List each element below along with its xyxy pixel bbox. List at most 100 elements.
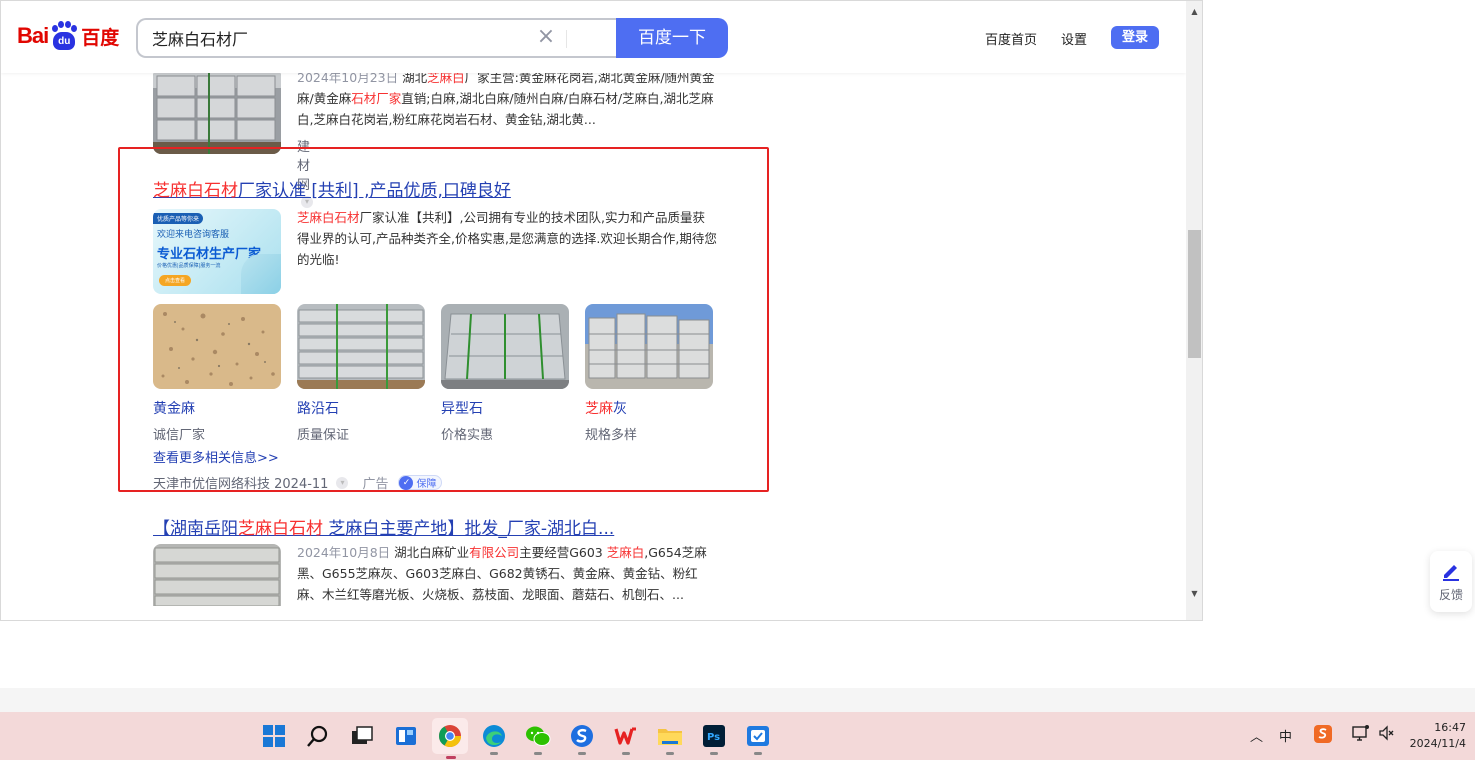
result-abstract: 2024年10月23日 湖北芝麻白厂家主营:黄金麻花岗岩,湖北黄金麻/随州黄金麻… <box>297 67 717 130</box>
product-name-text[interactable]: 路沿石 <box>297 401 339 417</box>
guarantee-label: 保障 <box>416 479 437 490</box>
product-image[interactable] <box>297 304 425 389</box>
sogou-browser-icon[interactable] <box>568 722 596 755</box>
product-image[interactable] <box>441 304 569 389</box>
result-date: 2024年10月8日 <box>297 545 391 560</box>
result-title[interactable]: 【湖南岳阳芝麻白石材 芝麻白主要产地】批发_厂家-湖北白... <box>153 514 614 539</box>
result-abstract: 2024年10月8日 湖北白麻矿业有限公司主要经营G603 芝麻白,G654芝麻… <box>297 542 717 605</box>
scroll-thumb[interactable] <box>1188 230 1201 358</box>
product-tile[interactable]: 芝麻灰 规格多样 <box>585 304 713 443</box>
page-footer-strip <box>0 688 1475 712</box>
feedback-label: 反馈 <box>1438 588 1463 602</box>
product-tile[interactable]: 黄金麻 诚信厂家 <box>153 304 281 443</box>
product-name-text[interactable]: 黄金麻 <box>153 401 195 417</box>
shield-check-icon: ✓ <box>399 475 414 490</box>
ad-source[interactable]: 天津市优信网络科技 2024-11 <box>153 473 328 492</box>
banner-button: 点击查看 <box>159 275 192 286</box>
product-subtitle: 质量保证 <box>297 428 350 443</box>
search-icon[interactable] <box>304 722 332 750</box>
more-info-link[interactable]: 查看更多相关信息>> <box>153 447 279 466</box>
search-input[interactable] <box>152 28 522 47</box>
paw-icon: du <box>49 21 79 51</box>
product-subtitle: 价格实惠 <box>441 428 494 443</box>
product-subtitle: 规格多样 <box>585 428 638 443</box>
volume-muted-icon[interactable] <box>1378 724 1396 746</box>
product-name-keyword[interactable]: 芝麻 <box>585 401 613 417</box>
banner-line2: 专业石材生产厂家 <box>157 247 262 262</box>
search-box[interactable]: × <box>136 18 618 58</box>
title-text[interactable]: 芝麻白主要产地】批发_厂家-湖北白... <box>323 519 614 539</box>
nav-baidu-home[interactable]: 百度首页 <box>985 29 1037 48</box>
search-button[interactable]: 百度一下 <box>616 18 728 58</box>
ad-banner-image[interactable]: 优质产品等你来 欢迎来电咨询客服 专业石材生产厂家 价格优惠|品质保障|服务一流… <box>153 209 281 294</box>
source-arrow-icon[interactable]: ▾ <box>336 476 349 489</box>
network-icon[interactable] <box>1352 724 1370 746</box>
product-tile[interactable]: 路沿石 质量保证 <box>297 304 425 443</box>
login-button[interactable]: 登录 <box>1111 26 1159 49</box>
photoshop-icon[interactable]: Ps <box>700 722 728 755</box>
product-name-text[interactable]: 异型石 <box>441 401 483 417</box>
result-thumbnail[interactable] <box>153 68 281 154</box>
vertical-scrollbar[interactable]: ▲ ▼ <box>1186 1 1202 620</box>
svg-text:Ps: Ps <box>707 732 720 743</box>
edge-icon[interactable] <box>480 722 508 755</box>
logo-text-du: du <box>53 32 76 50</box>
ime-indicator[interactable]: 中 <box>1279 726 1292 745</box>
chrome-icon[interactable] <box>432 718 468 759</box>
product-name[interactable]: 路沿石 <box>297 398 425 418</box>
ad-label[interactable]: 广告 <box>362 473 388 492</box>
scroll-up-arrow-icon[interactable]: ▲ <box>1186 3 1202 20</box>
chevron-up-icon[interactable]: ︿ <box>1250 726 1263 745</box>
keyword-highlight: 芝麻白 <box>606 545 645 560</box>
keyword-highlight: 有限公司 <box>469 545 520 560</box>
product-name-text[interactable]: 灰 <box>613 401 627 417</box>
divider <box>566 30 567 48</box>
abstract-text: 湖北白麻矿业 <box>394 545 470 560</box>
wps-icon[interactable] <box>612 722 640 755</box>
abstract-text: 主要经营G603 <box>519 545 607 560</box>
product-name[interactable]: 异型石 <box>441 398 569 418</box>
banner-tag: 优质产品等你来 <box>153 213 204 224</box>
clock-time: 16:47 <box>1434 721 1466 734</box>
search-header: Bai du 百度 × 百度一下 百度首页 设置 登录 <box>1 1 1186 73</box>
edit-icon <box>1430 560 1472 585</box>
scroll-down-arrow-icon[interactable]: ▼ <box>1186 585 1202 602</box>
security-app-icon[interactable] <box>744 722 772 755</box>
product-subtitle: 诚信厂家 <box>153 428 206 443</box>
keyword-highlight: 芝麻白石材 <box>297 210 360 225</box>
product-name[interactable]: 黄金麻 <box>153 398 281 418</box>
result-thumbnail[interactable] <box>153 544 281 606</box>
banner-line1: 欢迎来电咨询客服 <box>157 230 230 240</box>
task-view-icon[interactable] <box>348 722 376 750</box>
keyword-highlight: 石材厂家 <box>351 91 402 106</box>
logo-text-cn: 百度 <box>81 26 120 49</box>
wechat-icon[interactable] <box>524 722 552 755</box>
feedback-button[interactable]: 反馈 <box>1430 551 1472 612</box>
baidu-logo[interactable]: Bai du 百度 <box>17 21 119 51</box>
taskbar: Ps ︿ 中 <box>0 712 1475 760</box>
logo-text-bai: Bai <box>17 23 49 48</box>
product-image[interactable] <box>153 304 281 389</box>
banner-line3: 价格优惠|品质保障|服务一流 <box>157 263 221 269</box>
title-text[interactable]: 厂家认准 [共利] ,产品优质,口碑良好 <box>238 181 511 201</box>
product-image[interactable] <box>585 304 713 389</box>
product-tile[interactable]: 异型石 价格实惠 <box>441 304 569 443</box>
ad-abstract: 芝麻白石材厂家认准【共利】,公司拥有专业的技术团队,实力和产品质量获得业界的认可… <box>297 207 717 270</box>
browser-viewport: 2024年10月23日 湖北芝麻白厂家主营:黄金麻花岗岩,湖北黄金麻/随州黄金麻… <box>0 0 1203 621</box>
nav-settings[interactable]: 设置 <box>1061 29 1087 48</box>
start-windows-icon[interactable] <box>260 722 288 750</box>
title-keyword[interactable]: 芝麻白石材 <box>153 181 238 201</box>
title-text[interactable]: 【湖南岳阳 <box>153 519 238 539</box>
sogou-ime-icon[interactable] <box>1313 724 1333 748</box>
ad-source-line: 天津市优信网络科技 2024-11 ▾ 广告 ✓ 保障 <box>153 473 443 492</box>
product-name[interactable]: 芝麻灰 <box>585 398 713 418</box>
clear-icon[interactable]: × <box>536 26 556 48</box>
system-clock[interactable]: 16:47 2024/11/4 <box>1406 720 1466 752</box>
ad-result-title[interactable]: 芝麻白石材厂家认准 [共利] ,产品优质,口碑良好 <box>153 176 511 201</box>
widgets-icon[interactable] <box>392 722 420 750</box>
abstract-text: 厂家认准【共利】,公司拥有专业的技术团队,实力和产品质量获得业界的认可,产品种类… <box>297 210 717 267</box>
results-area: 2024年10月23日 湖北芝麻白厂家主营:黄金麻花岗岩,湖北黄金麻/随州黄金麻… <box>1 1 1186 606</box>
file-explorer-icon[interactable] <box>656 722 684 755</box>
guarantee-badge[interactable]: ✓ 保障 <box>398 475 443 490</box>
title-keyword[interactable]: 芝麻白石材 <box>238 519 323 539</box>
